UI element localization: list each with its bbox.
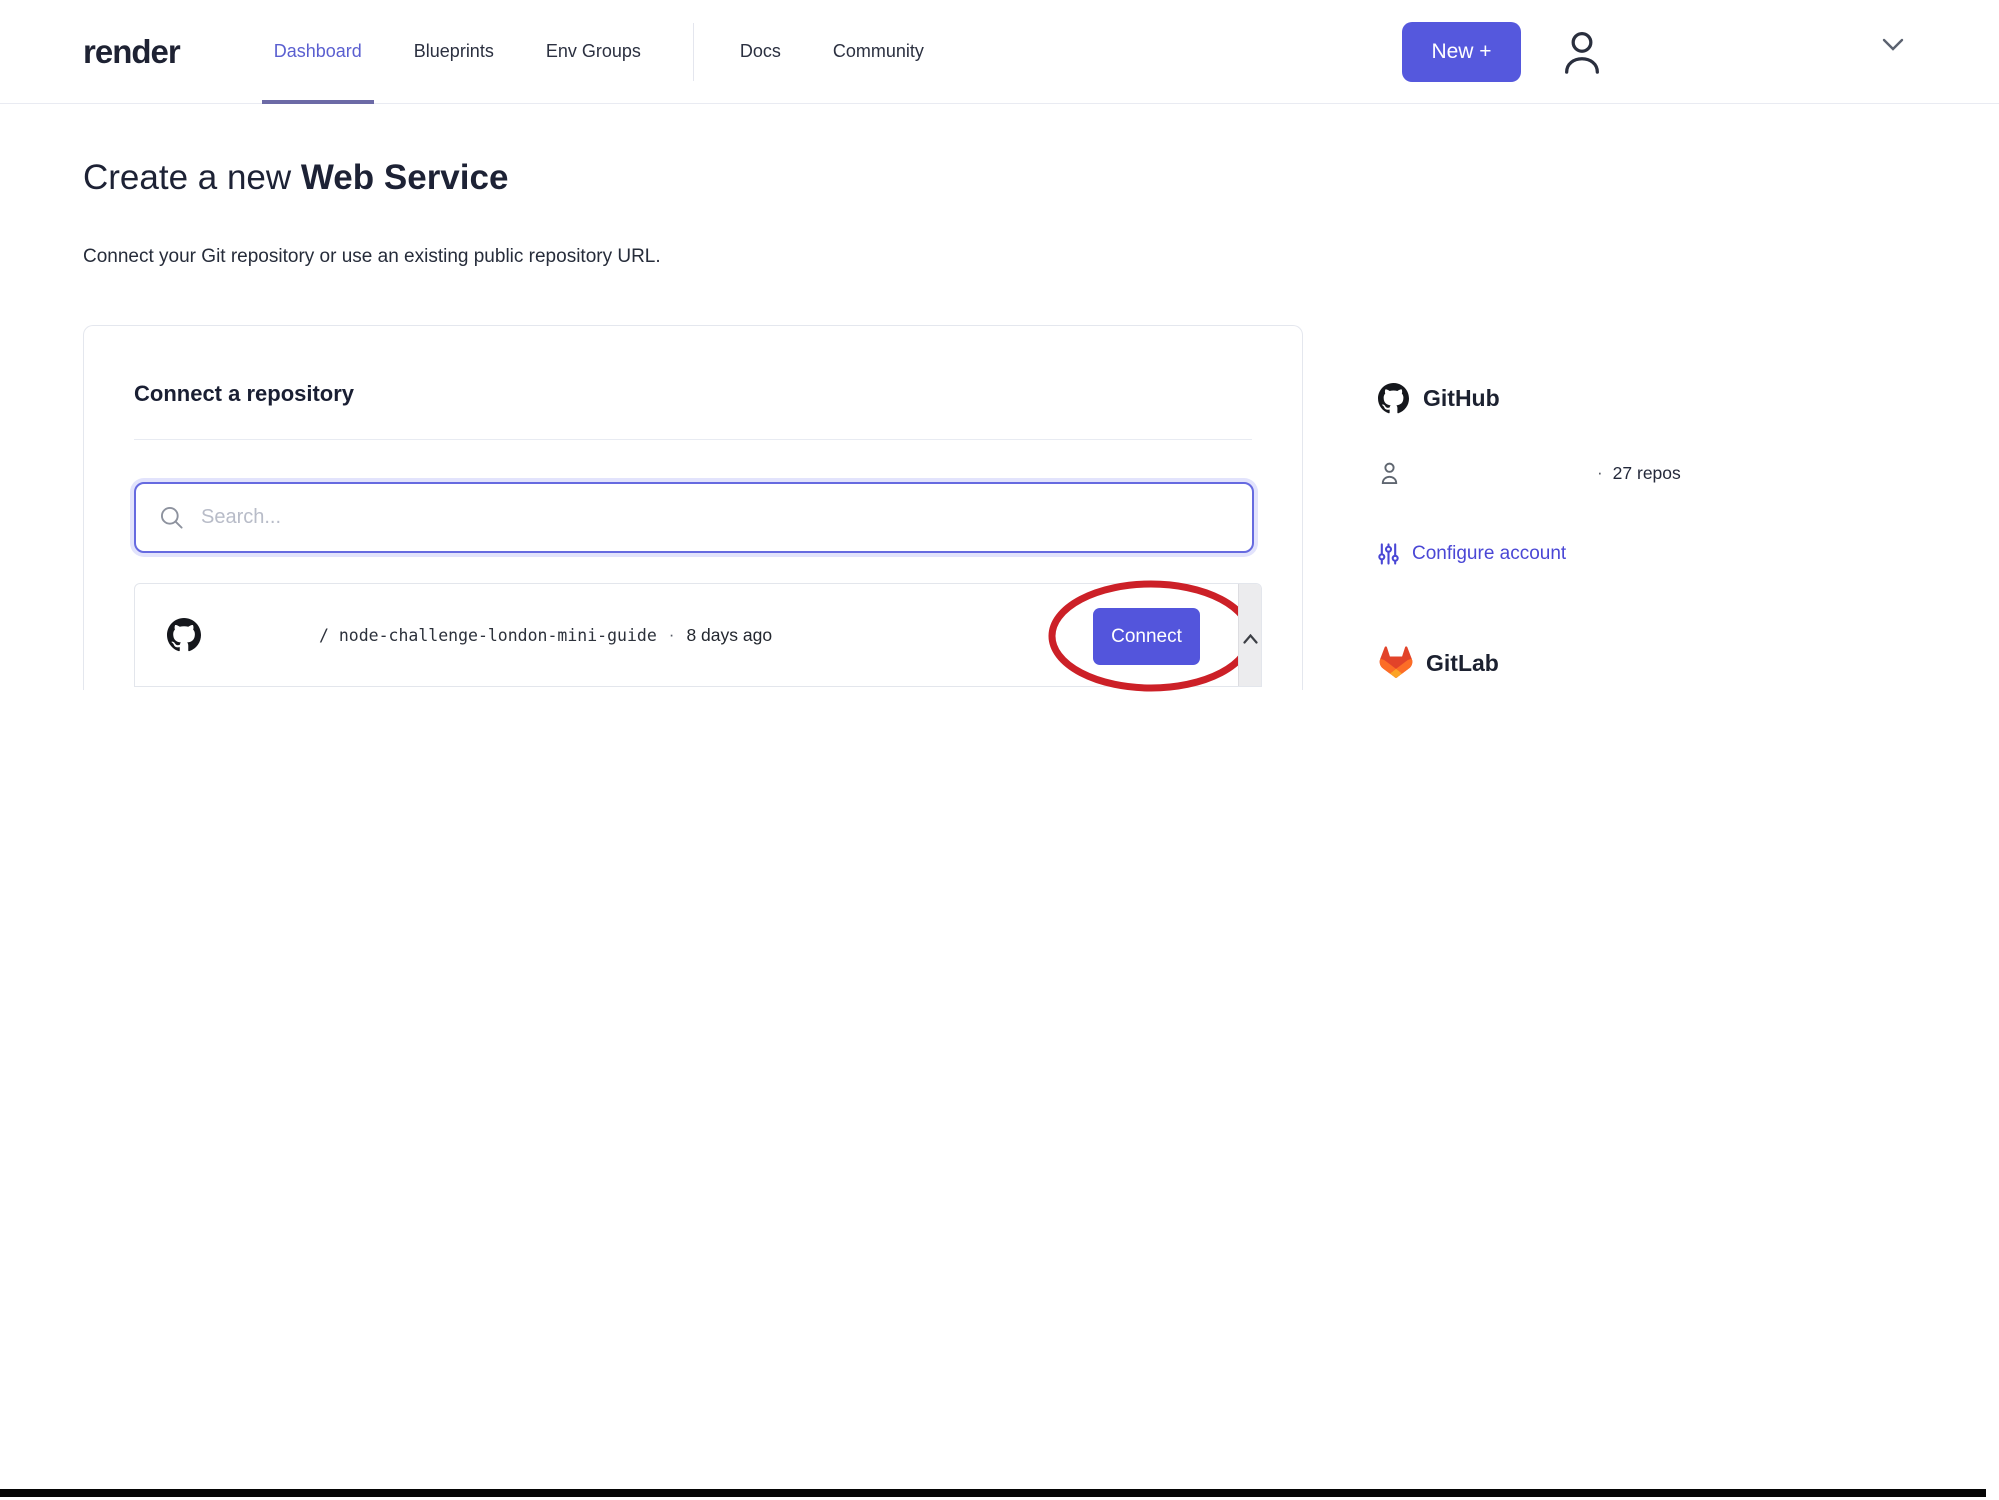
nav-item-blueprints[interactable]: Blueprints	[414, 0, 494, 103]
repo-separator: ·	[668, 625, 675, 644]
nav-item-docs[interactable]: Docs	[740, 0, 781, 103]
repository-row: / node-challenge-london-mini-guide · 8 d…	[135, 580, 1261, 692]
repo-updated: 8 days ago	[686, 624, 773, 645]
chevron-down-icon[interactable]	[1882, 38, 1904, 52]
repo-path: / node-challenge-london-mini-guide	[319, 625, 657, 645]
configure-account-link[interactable]: Configure account	[1378, 542, 1858, 566]
page-title: Create a new Web Service	[83, 158, 508, 198]
card-heading: Connect a repository	[134, 381, 355, 406]
git-providers-sidebar: GitHub · 27 repos Configure account GitL…	[1378, 383, 1858, 680]
nav-item-dashboard[interactable]: Dashboard	[261, 0, 374, 104]
page-subtitle: Connect your Git repository or use an ex…	[83, 246, 661, 267]
page-title-emphasis: Web Service	[300, 158, 509, 197]
nav-divider	[692, 22, 694, 81]
bottom-window-edge	[0, 1489, 1986, 1497]
github-account-row: · 27 repos	[1378, 460, 1858, 486]
nav-item-dashboard-label: Dashboard	[273, 41, 362, 61]
list-scrollbar[interactable]	[1238, 584, 1261, 686]
page-title-prefix: Create a new	[83, 158, 301, 197]
top-navigation-bar: render Dashboard Blueprints Env Groups D…	[0, 0, 1999, 104]
connect-repository-card: Connect a repository / node-challenge-lo…	[83, 325, 1303, 692]
primary-nav: Dashboard Blueprints Env Groups Docs Com…	[261, 0, 976, 104]
search-input[interactable]	[201, 484, 1252, 551]
github-section-heading: GitHub	[1378, 383, 1858, 414]
search-icon	[158, 504, 185, 531]
user-avatar-icon[interactable]	[1559, 25, 1605, 79]
connect-button[interactable]: Connect	[1093, 608, 1200, 665]
repos-separator: ·	[1597, 463, 1603, 482]
scroll-up-icon[interactable]	[1242, 592, 1258, 686]
github-icon	[167, 618, 201, 652]
repos-count: 27 repos	[1612, 462, 1681, 483]
new-button[interactable]: New +	[1402, 21, 1521, 82]
nav-item-env-groups-label: Env Groups	[545, 41, 641, 61]
github-icon	[1378, 383, 1409, 414]
github-title: GitHub	[1423, 385, 1500, 411]
nav-item-blueprints-label: Blueprints	[413, 41, 494, 61]
sliders-icon	[1378, 542, 1399, 566]
configure-account-label: Configure account	[1412, 543, 1567, 564]
person-icon	[1378, 460, 1401, 486]
card-heading-divider	[134, 439, 1252, 440]
repo-owner-redacted	[201, 625, 319, 645]
gitlab-section-heading[interactable]: GitLab	[1378, 646, 1858, 680]
nav-item-docs-label: Docs	[739, 41, 781, 61]
gitlab-icon	[1378, 646, 1414, 680]
github-username-redacted	[1411, 464, 1597, 482]
repository-list: / node-challenge-london-mini-guide · 8 d…	[134, 580, 1262, 692]
repository-search-box	[134, 482, 1254, 553]
gitlab-title: GitLab	[1426, 649, 1499, 676]
nav-item-env-groups[interactable]: Env Groups	[546, 0, 641, 103]
render-logo[interactable]: render	[83, 33, 181, 71]
nav-item-community[interactable]: Community	[833, 0, 924, 103]
nav-item-community-label: Community	[832, 41, 924, 61]
